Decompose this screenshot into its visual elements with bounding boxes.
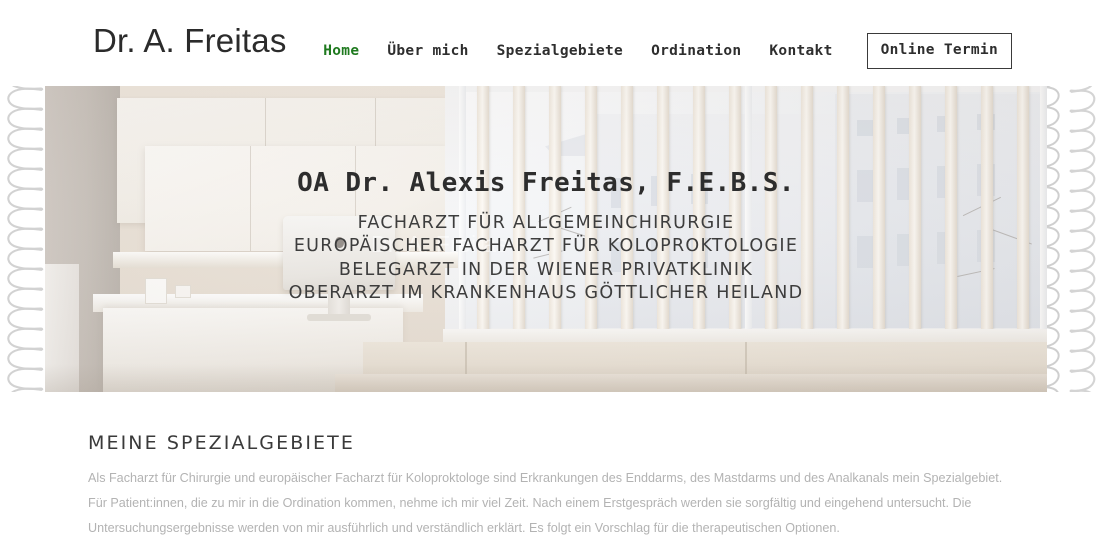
- hero-subtitle-1: FACHARZT FÜR ALLGEMEINCHIRURGIE: [357, 213, 735, 233]
- online-termin-button[interactable]: Online Termin: [866, 33, 1012, 69]
- nav-item-home[interactable]: Home: [323, 43, 359, 59]
- section-heading-spezialgebiete: MEINE SPEZIALGEBIETE: [88, 432, 355, 454]
- hero-subtitle-2: EUROPÄISCHER FACHARZT FÜR KOLOPROKTOLOGI…: [293, 236, 799, 257]
- site-header: Dr. A. Freitas Home Über mich Spezialgeb…: [0, 0, 1100, 86]
- nav-item-ueber-mich[interactable]: Über mich: [387, 43, 468, 59]
- nav-item-ordination[interactable]: Ordination: [651, 43, 741, 59]
- main-content: MEINE SPEZIALGEBIETE Als Facharzt für Ch…: [0, 392, 1100, 549]
- page-root: Dr. A. Freitas Home Über mich Spezialgeb…: [0, 0, 1100, 549]
- hero-title: OA Dr. Alexis Freitas, F.E.B.S.: [297, 168, 795, 198]
- hero-subtitle-3: BELEGARZT IN DER WIENER PRIVATKLINIK: [338, 259, 754, 280]
- nav-item-kontakt[interactable]: Kontakt: [769, 43, 832, 59]
- main-navigation: Home Über mich Spezialgebiete Ordination…: [323, 33, 1012, 69]
- hero-banner: Dr. A. Freitas OA Dr. Alexis Freitas, F.…: [45, 86, 1047, 392]
- site-logo-brand[interactable]: Dr. A. Freitas: [93, 22, 287, 60]
- section-paragraph-spezialgebiete: Als Facharzt für Chirurgie und europäisc…: [88, 471, 1003, 536]
- hero-text-block: OA Dr. Alexis Freitas, F.E.B.S. FACHARZT…: [45, 86, 1047, 392]
- nav-item-spezialgebiete[interactable]: Spezialgebiete: [497, 43, 623, 59]
- hero-subtitle-4: OBERARZT IM KRANKENHAUS GÖTTLICHER HEILA…: [288, 282, 804, 303]
